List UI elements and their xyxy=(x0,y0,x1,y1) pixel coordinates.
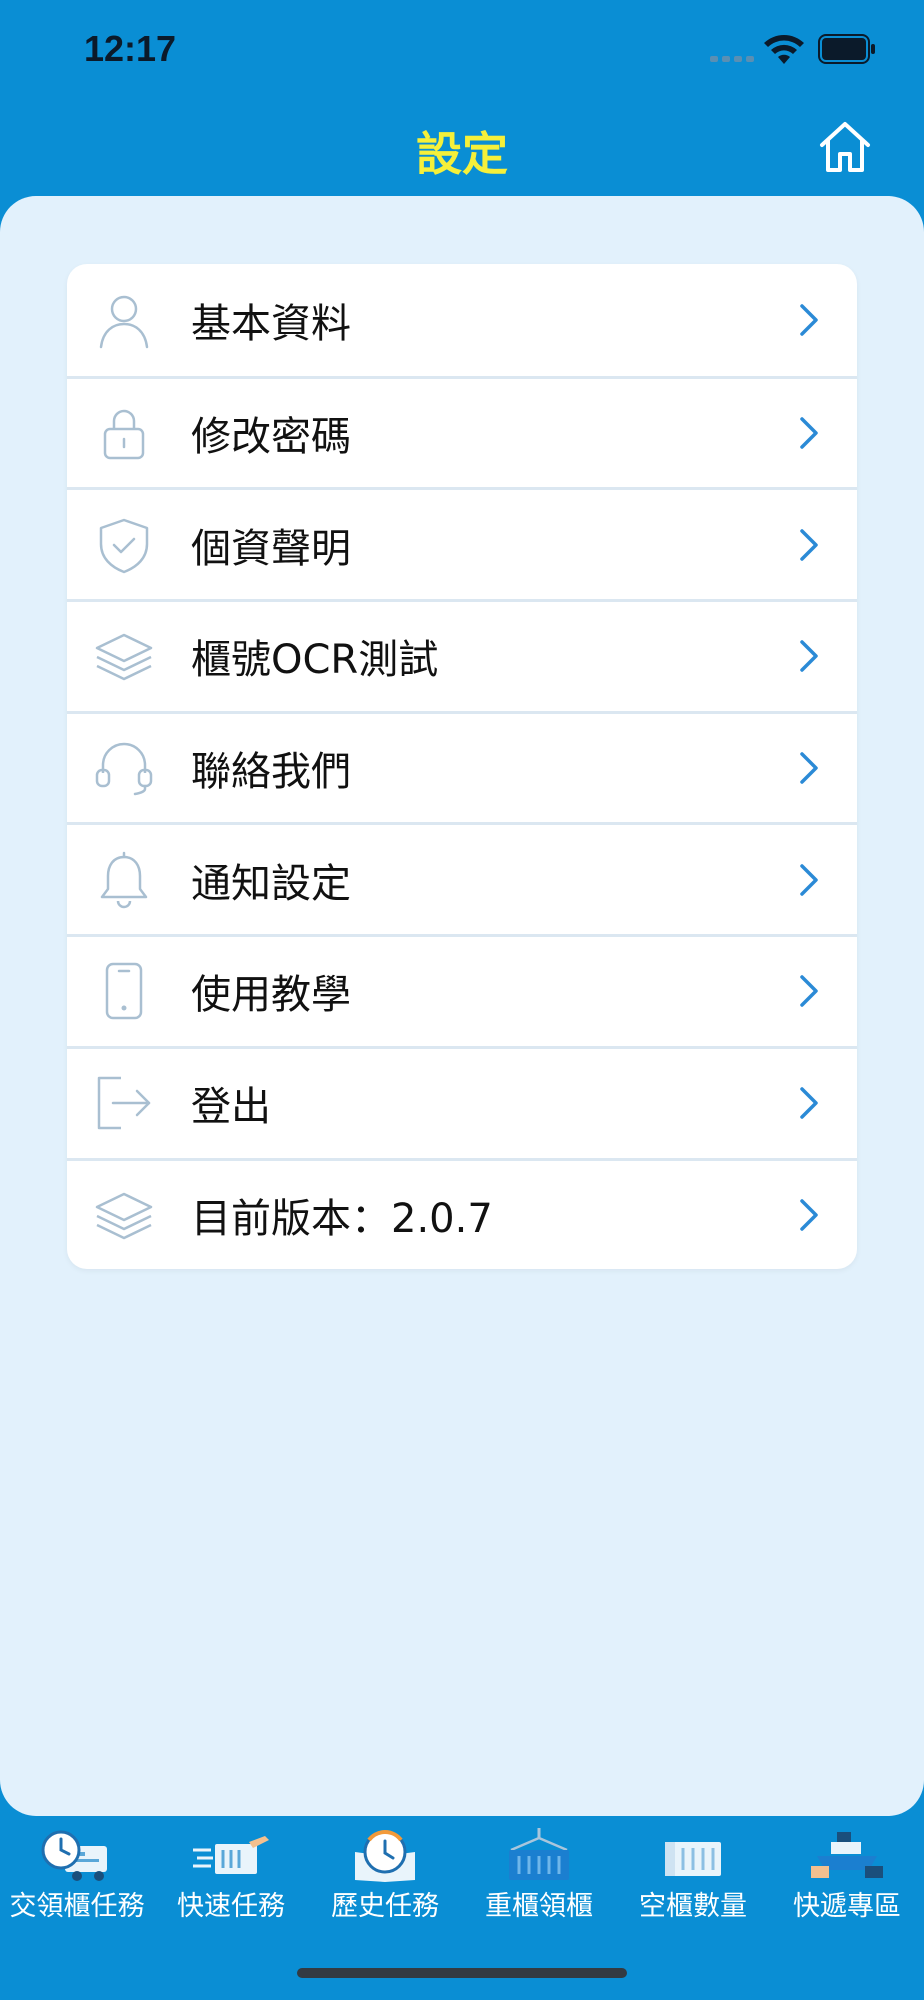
user-icon xyxy=(99,295,149,349)
settings-row-version[interactable]: 目前版本：2.0.7 xyxy=(67,1157,857,1270)
chevron-right-icon xyxy=(800,640,818,673)
ship-icon xyxy=(811,1832,883,1878)
tab-pickup-return-tasks[interactable]: 交領櫃任務 xyxy=(0,1816,154,1926)
empty-container-icon xyxy=(665,1842,721,1876)
tab-loaded-container-pickup[interactable]: 重櫃領櫃 xyxy=(462,1816,616,1926)
wifi-icon xyxy=(764,35,804,64)
chevron-right-icon xyxy=(800,528,818,561)
fast-container-icon xyxy=(193,1836,269,1874)
chevron-right-icon xyxy=(800,975,818,1008)
settings-row-contact-us[interactable]: 聯絡我們 xyxy=(67,710,857,823)
settings-row-profile[interactable]: 基本資料 xyxy=(67,264,857,376)
settings-row-label: 個資聲明 xyxy=(191,525,351,572)
settings-row-logout[interactable]: 登出 xyxy=(67,1045,857,1158)
cellular-signal-icon xyxy=(710,56,754,62)
history-clock-icon xyxy=(355,1830,415,1882)
home-indicator xyxy=(297,1968,627,1978)
settings-row-label: 基本資料 xyxy=(191,300,351,347)
tab-label: 快遞專區 xyxy=(793,1891,901,1922)
settings-row-label: 登出 xyxy=(191,1084,271,1131)
tab-empty-container-count[interactable]: 空櫃數量 xyxy=(616,1816,770,1926)
layers-icon xyxy=(95,634,153,681)
tab-express-zone[interactable]: 快遞專區 xyxy=(770,1816,924,1926)
settings-row-notifications[interactable]: 通知設定 xyxy=(67,822,857,934)
tab-label: 空櫃數量 xyxy=(639,1891,747,1922)
crane-container-icon xyxy=(509,1828,569,1880)
settings-row-ocr-test[interactable]: 櫃號OCR測試 xyxy=(67,599,857,711)
chevron-right-icon xyxy=(800,752,818,784)
status-bar: 12:17 xyxy=(0,0,924,100)
shield-check-icon xyxy=(99,518,149,573)
settings-row-change-password[interactable]: 修改密碼 xyxy=(67,375,857,488)
tab-label: 快速任務 xyxy=(177,1891,285,1922)
logout-icon xyxy=(97,1076,151,1130)
content-panel: 基本資料 修改密碼 個資聲明 櫃號OCR測試 聯絡我們 通知設定 使用教學 登出… xyxy=(0,196,924,1816)
chevron-right-icon xyxy=(800,304,818,336)
phone-icon xyxy=(105,963,143,1020)
settings-row-label: 目前版本：2.0.7 xyxy=(191,1195,493,1242)
clock-truck-icon xyxy=(41,1830,107,1881)
tab-label: 歷史任務 xyxy=(331,1891,439,1922)
bell-icon xyxy=(100,851,148,909)
tab-label: 交領櫃任務 xyxy=(9,1891,145,1922)
settings-row-tutorial[interactable]: 使用教學 xyxy=(67,934,857,1046)
layers-icon xyxy=(95,1192,153,1240)
headset-icon xyxy=(95,742,153,796)
chevron-right-icon xyxy=(800,864,818,896)
settings-row-privacy[interactable]: 個資聲明 xyxy=(67,487,857,599)
settings-row-label: 修改密碼 xyxy=(191,414,351,461)
page-title: 設定 xyxy=(416,127,508,181)
chevron-right-icon xyxy=(800,1087,818,1119)
lock-icon xyxy=(103,409,145,460)
settings-row-label: 使用教學 xyxy=(191,972,351,1019)
battery-icon xyxy=(818,34,875,64)
chevron-right-icon xyxy=(800,1199,818,1231)
chevron-right-icon xyxy=(800,417,818,449)
settings-row-label: 櫃號OCR測試 xyxy=(191,637,439,684)
settings-row-label: 聯絡我們 xyxy=(191,749,351,796)
status-time: 12:17 xyxy=(84,28,177,69)
tab-quick-tasks[interactable]: 快速任務 xyxy=(154,1816,308,1926)
tab-label: 重櫃領櫃 xyxy=(485,1891,593,1922)
nav-header: 設定 xyxy=(0,100,924,196)
settings-list: 基本資料 修改密碼 個資聲明 櫃號OCR測試 聯絡我們 通知設定 使用教學 登出… xyxy=(67,264,857,1270)
settings-row-label: 通知設定 xyxy=(191,860,351,907)
home-button[interactable] xyxy=(816,118,874,176)
tab-history-tasks[interactable]: 歷史任務 xyxy=(308,1816,462,1926)
